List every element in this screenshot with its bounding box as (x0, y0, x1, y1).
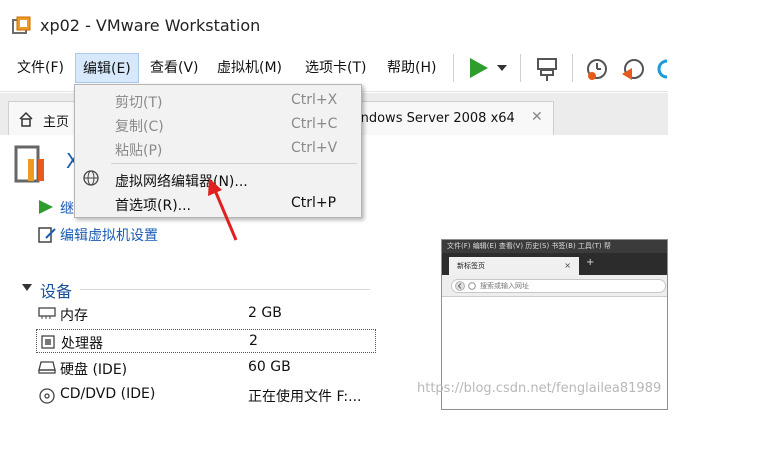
thumbnail-back-icon (455, 281, 465, 291)
device-value: 2 GB (248, 305, 282, 321)
annotation-arrow-icon (208, 178, 238, 241)
toolbar-separator (572, 54, 573, 82)
thumbnail-tab-bar: 新标签页 × + (442, 253, 667, 275)
thumbnail-url-placeholder: 搜索或输入网址 (480, 282, 529, 290)
revert-snapshot-icon[interactable] (620, 56, 646, 82)
play-icon (39, 200, 53, 214)
window-title: xp02 - VMware Workstation (40, 16, 261, 35)
toolbar-separator (453, 54, 454, 82)
send-ctrl-alt-del-icon[interactable] (534, 56, 560, 82)
device-row-cpu[interactable]: 处理器 2 (36, 329, 376, 353)
device-value: 2 (249, 333, 258, 349)
thumbnail-new-tab-icon: + (586, 257, 595, 268)
collapse-triangle-icon[interactable] (22, 284, 32, 292)
device-row-cd-dvd[interactable]: CD/DVD (IDE) 正在使用文件 F:... (36, 383, 376, 407)
thumbnail-address-bar: 搜索或输入网址 (442, 275, 667, 297)
tab-vm-label: indows Server 2008 x64 (357, 111, 515, 126)
menu-icon-strip (75, 85, 105, 217)
device-row-hard-disk[interactable]: 硬盘 (IDE) 60 GB (36, 356, 376, 380)
hard-disk-icon (38, 361, 56, 374)
thumbnail-tab: 新标签页 × (449, 257, 579, 275)
cpu-icon (41, 335, 55, 349)
home-icon (19, 111, 33, 127)
menu-file[interactable]: 文件(F) (10, 53, 71, 83)
tab-vm[interactable]: indows Server 2008 x64 ✕ (340, 101, 554, 135)
devices-section-title: 设备 (40, 282, 73, 301)
cd-dvd-icon (39, 388, 55, 404)
menu-item-label: 剪切(T) (115, 95, 163, 111)
menu-separator (111, 163, 357, 164)
menu-item-shortcut: Ctrl+X (291, 92, 338, 108)
menu-tabs[interactable]: 选项卡(T) (298, 53, 373, 83)
device-row-memory[interactable]: 内存 2 GB (36, 302, 376, 326)
menu-item-label: 首选项(R)... (115, 198, 192, 214)
menu-vm[interactable]: 虚拟机(M) (210, 53, 289, 83)
menu-item-shortcut: Ctrl+C (291, 116, 338, 132)
thumbnail-url-field: 搜索或输入网址 (451, 279, 666, 293)
power-on-link-label: 继 (60, 201, 74, 217)
menu-item-shortcut: Ctrl+P (291, 195, 337, 211)
vm-icon (14, 145, 44, 183)
menu-item-cut[interactable]: 剪切(T) Ctrl+X (115, 90, 355, 112)
menu-item-shortcut: Ctrl+V (291, 140, 338, 156)
watermark-text: https://blog.csdn.net/fenglailea81989 (417, 381, 662, 396)
thumbnail-tab-close-icon: × (564, 261, 571, 270)
menu-item-paste[interactable]: 粘贴(P) Ctrl+V (115, 138, 355, 160)
power-on-play-icon[interactable] (466, 56, 490, 80)
device-value: 60 GB (248, 359, 291, 375)
device-value: 正在使用文件 F:... (248, 389, 362, 405)
thumbnail-browser-menu: 文件(F) 编辑(E) 查看(V) 历史(S) 书签(B) 工具(T) 帮 (442, 240, 667, 253)
device-name: CD/DVD (IDE) (60, 386, 156, 402)
title-bar: xp02 - VMware Workstation (0, 0, 668, 44)
network-globe-icon (83, 170, 99, 186)
close-icon[interactable]: ✕ (531, 109, 543, 125)
edit-vm-settings-label: 编辑虚拟机设置 (60, 228, 158, 244)
menu-edit[interactable]: 编辑(E) (75, 53, 139, 83)
tab-home-label: 主页 (43, 115, 70, 130)
memory-icon (38, 307, 56, 319)
thumbnail-globe-icon (468, 282, 476, 290)
menu-item-label: 复制(C) (115, 119, 164, 135)
vmware-logo-icon (12, 16, 31, 34)
tab-home[interactable]: 主页 (8, 101, 78, 135)
menu-item-label: 粘贴(P) (115, 143, 163, 159)
snapshot-icon[interactable] (584, 56, 610, 82)
edit-settings-icon (38, 227, 56, 243)
thumbnail-tab-label: 新标签页 (457, 262, 485, 270)
device-name: 内存 (60, 308, 88, 324)
device-name: 处理器 (61, 336, 103, 352)
device-name: 硬盘 (IDE) (60, 362, 128, 378)
menu-view[interactable]: 查看(V) (143, 53, 206, 83)
section-divider (80, 289, 370, 290)
snapshot-manager-icon[interactable] (655, 56, 668, 82)
toolbar-separator (520, 54, 521, 82)
menu-item-copy[interactable]: 复制(C) Ctrl+C (115, 114, 355, 136)
chevron-down-icon[interactable] (496, 64, 508, 72)
menu-help[interactable]: 帮助(H) (380, 53, 443, 83)
